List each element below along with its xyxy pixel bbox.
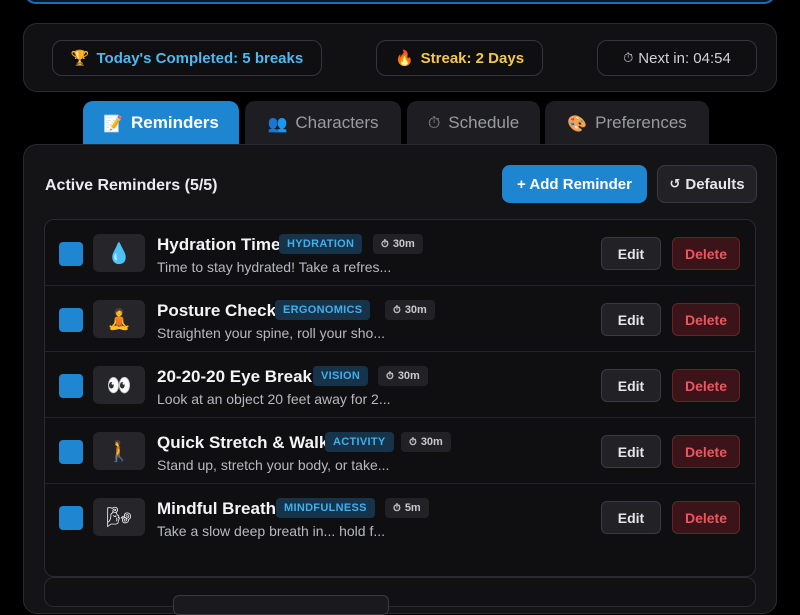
reminder-name: Hydration Time — [157, 235, 281, 254]
delete-button[interactable]: Delete — [672, 501, 740, 534]
duration-value: 30m — [420, 436, 443, 448]
timer-icon: ⏱ — [393, 304, 401, 316]
timer-icon: ⏱ — [393, 502, 401, 514]
timer-icon: ⏱ — [427, 113, 441, 132]
streak-stat: 🔥 Streak: 2 Days — [376, 40, 543, 76]
duration-value: 30m — [392, 238, 415, 250]
delete-button[interactable]: Delete — [672, 237, 740, 270]
delete-button[interactable]: Delete — [672, 303, 740, 336]
wind-icon: 🌬 — [93, 498, 145, 536]
tab-schedule[interactable]: ⏱ Schedule — [407, 101, 540, 145]
edit-button[interactable]: Edit — [601, 369, 661, 402]
duration-badge: ⏱ 30m — [385, 300, 435, 320]
stats-panel: 🏆 Today's Completed: 5 breaks 🔥 Streak: … — [23, 23, 777, 92]
timer-icon: ⏱ — [381, 238, 389, 250]
duration-value: 30m — [404, 304, 427, 316]
edit-button[interactable]: Edit — [601, 237, 661, 270]
tab-label: Reminders — [131, 113, 219, 132]
completed-label: Today's Completed: 5 breaks — [96, 49, 304, 67]
droplet-icon: 💧 — [93, 234, 145, 272]
timer-icon: ⏱ — [409, 436, 417, 448]
memo-icon: 📝 — [103, 113, 124, 133]
header-banner — [24, 0, 776, 4]
reminder-row: 🌬 Mindful Breath MINDFULNESS ⏱ 5m Take a… — [45, 484, 755, 550]
defaults-label: Defaults — [685, 175, 745, 193]
reminder-checkbox[interactable] — [59, 308, 83, 332]
next-label: Next in: 04:54 — [638, 49, 731, 67]
category-badge: ACTIVITY — [325, 432, 394, 452]
eyes-icon: 👀 — [93, 366, 145, 404]
reminder-description: Straighten your spine, roll your sho... — [157, 325, 386, 341]
delete-button[interactable]: Delete — [672, 369, 740, 402]
tab-characters[interactable]: 👥 Characters — [245, 101, 401, 145]
reminders-panel: Active Reminders (5/5) + Add Reminder ↺ … — [23, 144, 777, 615]
category-badge: ERGONOMICS — [275, 300, 371, 320]
completed-stat: 🏆 Today's Completed: 5 breaks — [52, 40, 322, 76]
streak-label: Streak: 2 Days — [420, 49, 525, 67]
reminder-checkbox[interactable] — [59, 374, 83, 398]
reset-icon: ↺ — [669, 176, 681, 192]
reminder-row: 🧘 Posture Check ERGONOMICS ⏱ 30m Straigh… — [45, 286, 755, 352]
bottom-control — [173, 595, 389, 615]
category-badge: VISION — [313, 366, 369, 386]
edit-button[interactable]: Edit — [601, 303, 661, 336]
reminder-row: 🚶 Quick Stretch & Walk ACTIVITY ⏱ 30m St… — [45, 418, 755, 484]
reminder-checkbox[interactable] — [59, 506, 83, 530]
next-timer: ⏱ Next in: 04:54 — [597, 40, 757, 76]
section-title: Active Reminders (5/5) — [45, 177, 218, 194]
reminder-description: Stand up, stretch your body, or take... — [157, 457, 390, 473]
duration-badge: ⏱ 30m — [378, 366, 428, 386]
reminder-name: Mindful Breath — [157, 499, 276, 518]
add-reminder-button[interactable]: + Add Reminder — [502, 165, 647, 203]
edit-button[interactable]: Edit — [601, 435, 661, 468]
bottom-section — [44, 577, 756, 615]
reminder-list: 💧 Hydration Time HYDRATION ⏱ 30m Time to… — [44, 219, 756, 577]
tab-label: Schedule — [448, 113, 520, 132]
tab-preferences[interactable]: 🎨 Preferences — [545, 101, 709, 145]
walking-icon: 🚶 — [93, 432, 145, 470]
tab-label: Preferences — [595, 113, 687, 132]
reminder-name: 20-20-20 Eye Break — [157, 367, 313, 386]
defaults-button[interactable]: ↺ Defaults — [657, 165, 757, 203]
fire-icon: 🔥 — [394, 49, 414, 67]
reminder-row: 💧 Hydration Time HYDRATION ⏱ 30m Time to… — [45, 220, 755, 286]
delete-button[interactable]: Delete — [672, 435, 740, 468]
timer-icon: ⏱ — [386, 370, 394, 382]
duration-value: 30m — [397, 370, 420, 382]
category-badge: MINDFULNESS — [276, 498, 375, 518]
reminder-name: Posture Check — [157, 301, 277, 320]
category-badge: HYDRATION — [279, 234, 363, 254]
trophy-icon: 🏆 — [70, 49, 90, 67]
reminder-checkbox[interactable] — [59, 440, 83, 464]
meditation-icon: 🧘 — [93, 300, 145, 338]
palette-icon: 🎨 — [567, 113, 588, 133]
reminder-name: Quick Stretch & Walk — [157, 433, 329, 452]
reminder-row: 👀 20-20-20 Eye Break VISION ⏱ 30m Look a… — [45, 352, 755, 418]
edit-button[interactable]: Edit — [601, 501, 661, 534]
reminder-description: Look at an object 20 feet away for 2... — [157, 391, 391, 407]
timer-icon: ⏱ — [623, 50, 634, 66]
duration-badge: ⏱ 30m — [401, 432, 451, 452]
people-icon: 👥 — [267, 113, 288, 133]
duration-value: 5m — [404, 502, 421, 514]
reminder-checkbox[interactable] — [59, 242, 83, 266]
tab-reminders[interactable]: 📝 Reminders — [83, 101, 239, 145]
reminder-description: Take a slow deep breath in... hold f... — [157, 523, 386, 539]
duration-badge: ⏱ 5m — [385, 498, 429, 518]
tab-label: Characters — [295, 113, 379, 132]
duration-badge: ⏱ 30m — [373, 234, 423, 254]
reminder-description: Time to stay hydrated! Take a refres... — [157, 259, 392, 275]
